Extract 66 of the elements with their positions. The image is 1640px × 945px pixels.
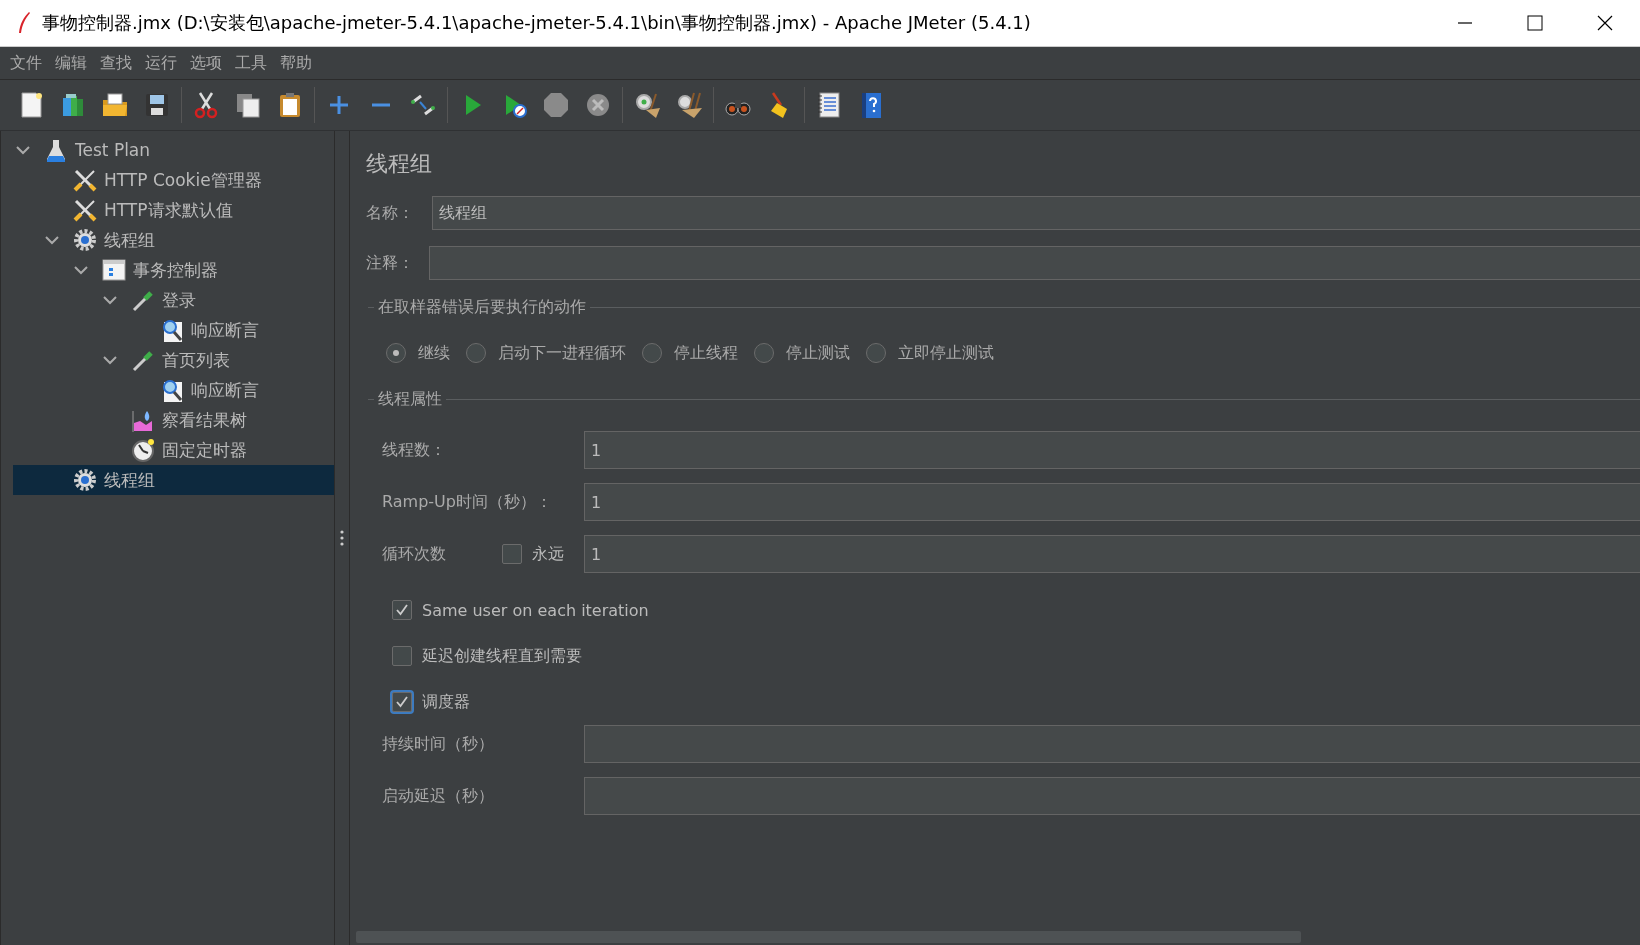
duration-field[interactable] <box>584 725 1640 763</box>
wrench-screwdriver-icon <box>72 197 98 223</box>
tree-item[interactable]: 事务控制器 <box>13 255 334 285</box>
radio-button[interactable] <box>386 343 406 363</box>
tree-item[interactable]: 响应断言 <box>13 315 334 345</box>
radio-label: 继续 <box>418 342 450 364</box>
field-label: 名称： <box>366 202 414 224</box>
group-legend: 在取样器错误后要执行的动作 <box>374 296 590 318</box>
window-icon <box>101 257 127 283</box>
tree-item[interactable]: 登录 <box>13 285 334 315</box>
tree-item[interactable]: Test Plan <box>13 135 334 165</box>
field-label: 持续时间（秒） <box>382 733 495 755</box>
checkbox[interactable] <box>502 544 522 564</box>
radio-label: 启动下一进程循环 <box>498 342 626 364</box>
tree-item[interactable]: 线程组 <box>13 465 334 495</box>
field-label: 循环次数 <box>382 543 447 565</box>
tree-item[interactable]: HTTP请求默认值 <box>13 195 334 225</box>
radio-button[interactable] <box>754 343 774 363</box>
tree-item[interactable]: 固定定时器 <box>13 435 334 465</box>
tree-item[interactable]: HTTP Cookie管理器 <box>13 165 334 195</box>
feather-icon <box>16 11 32 35</box>
stop-icon[interactable] <box>541 90 571 120</box>
radio-label: 停止线程 <box>674 342 738 364</box>
tree-item[interactable]: 响应断言 <box>13 375 334 405</box>
radio-button[interactable] <box>642 343 662 363</box>
menu-item[interactable]: 查找 <box>94 52 139 74</box>
field-label: 线程数： <box>382 439 447 461</box>
radio-button[interactable] <box>866 343 886 363</box>
checkbox-label: Same user on each iteration <box>422 600 649 620</box>
tree-item[interactable]: 线程组 <box>13 225 334 255</box>
close-icon <box>1596 14 1614 32</box>
gear-icon <box>72 467 98 493</box>
menu-item[interactable]: 编辑 <box>49 52 94 74</box>
menu-item[interactable]: 运行 <box>139 52 184 74</box>
maximize-icon <box>1526 14 1544 32</box>
checkbox[interactable] <box>392 646 412 666</box>
radio-label: 停止测试 <box>786 342 850 364</box>
splitter-handle[interactable] <box>340 529 344 547</box>
menu-item[interactable]: 选项 <box>184 52 229 74</box>
window-title: 事物控制器.jmx (D:\安装包\apache-jmeter-5.4.1\apache-jmeter-5.4.1\bin\事物控制器.jmx) - Apache JMeter (5.4.1) <box>42 11 1032 35</box>
menu-item[interactable]: 工具 <box>229 52 274 74</box>
minimize-icon <box>1456 22 1474 24</box>
checkbox-label: 永远 <box>532 543 564 565</box>
tree-item[interactable]: 察看结果树 <box>13 405 334 435</box>
menu-item[interactable]: 文件 <box>4 52 49 74</box>
stopwatch-icon <box>130 437 156 463</box>
checkbox-label: 延迟创建线程直到需要 <box>422 645 582 667</box>
field-label: 启动延迟（秒） <box>382 785 495 807</box>
number-field[interactable]: 1 <box>584 483 1640 521</box>
delay-field[interactable] <box>584 777 1640 815</box>
panel-title: 线程组 <box>366 150 433 178</box>
comment-field[interactable] <box>429 246 1640 280</box>
gear-icon <box>72 227 98 253</box>
field-label: 注释： <box>366 252 414 274</box>
number-field[interactable]: 1 <box>584 535 1640 573</box>
radio-button[interactable] <box>466 343 486 363</box>
number-field[interactable]: 1 <box>584 431 1640 469</box>
wrench-screwdriver-icon <box>72 167 98 193</box>
radio-label: 立即停止测试 <box>898 342 994 364</box>
checkbox-label: 调度器 <box>422 691 470 713</box>
tree-item[interactable]: 首页列表 <box>13 345 334 375</box>
name-field[interactable]: 线程组 <box>432 196 1640 230</box>
group-legend: 线程属性 <box>374 388 446 410</box>
menu-item[interactable]: 帮助 <box>274 52 319 74</box>
field-label: Ramp-Up时间（秒）： <box>382 491 553 513</box>
checkbox[interactable] <box>392 600 412 620</box>
